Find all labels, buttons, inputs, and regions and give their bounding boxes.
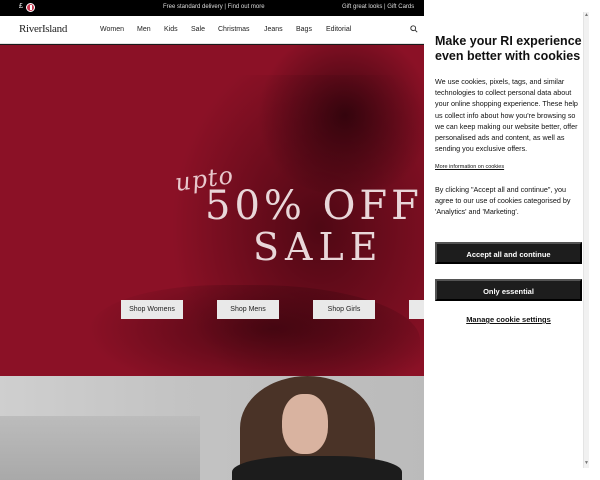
only-essential-button[interactable]: Only essential bbox=[435, 279, 582, 301]
hero-offer-text: 50% OFF bbox=[205, 183, 423, 229]
nav-item-bags[interactable]: Bags bbox=[296, 26, 312, 33]
shop-girls-button[interactable]: Shop Girls bbox=[313, 300, 375, 319]
cookie-title: Make your RI experience even better with… bbox=[435, 34, 582, 63]
accept-all-button[interactable]: Accept all and continue bbox=[435, 242, 582, 264]
more-info-cookies-link[interactable]: More information on cookies bbox=[435, 164, 504, 170]
nav-item-kids[interactable]: Kids bbox=[164, 26, 178, 33]
model-face bbox=[282, 394, 328, 454]
scroll-down-arrow-icon[interactable]: ▼ bbox=[584, 460, 589, 466]
scroll-up-arrow-icon[interactable]: ▲ bbox=[584, 12, 589, 18]
shop-mens-button[interactable]: Shop Mens bbox=[217, 300, 279, 319]
nav-item-christmas[interactable]: Christmas bbox=[218, 26, 250, 33]
cookie-consent-panel: Make your RI experience even better with… bbox=[424, 14, 588, 480]
photo-background bbox=[0, 416, 200, 480]
cookie-consent-text: By clicking "Accept all and continue", y… bbox=[435, 185, 571, 217]
cookie-panel-scrollbar[interactable] bbox=[583, 12, 589, 468]
uk-flag-icon[interactable] bbox=[26, 3, 35, 12]
gift-cards-link[interactable]: Gift great looks | Gift Cards bbox=[342, 4, 414, 10]
river-island-logo[interactable]: RiverIsland bbox=[19, 23, 67, 35]
cookie-description: We use cookies, pixels, tags, and simila… bbox=[435, 77, 578, 154]
delivery-promo-link[interactable]: Free standard delivery | Find out more bbox=[163, 4, 265, 10]
hero-sale-text: SALE bbox=[253, 225, 384, 269]
nav-item-women[interactable]: Women bbox=[100, 26, 124, 33]
manage-cookie-settings-link[interactable]: Manage cookie settings bbox=[435, 315, 582, 324]
nav-item-sale[interactable]: Sale bbox=[191, 26, 205, 33]
nav-item-jeans[interactable]: Jeans bbox=[264, 26, 283, 33]
model-coat bbox=[232, 456, 402, 480]
nav-item-men[interactable]: Men bbox=[137, 26, 151, 33]
currency-selector[interactable]: £ bbox=[19, 3, 23, 10]
nav-item-editorial[interactable]: Editorial bbox=[326, 26, 351, 33]
shop-womens-button[interactable]: Shop Womens bbox=[121, 300, 183, 319]
search-icon[interactable] bbox=[410, 25, 418, 33]
